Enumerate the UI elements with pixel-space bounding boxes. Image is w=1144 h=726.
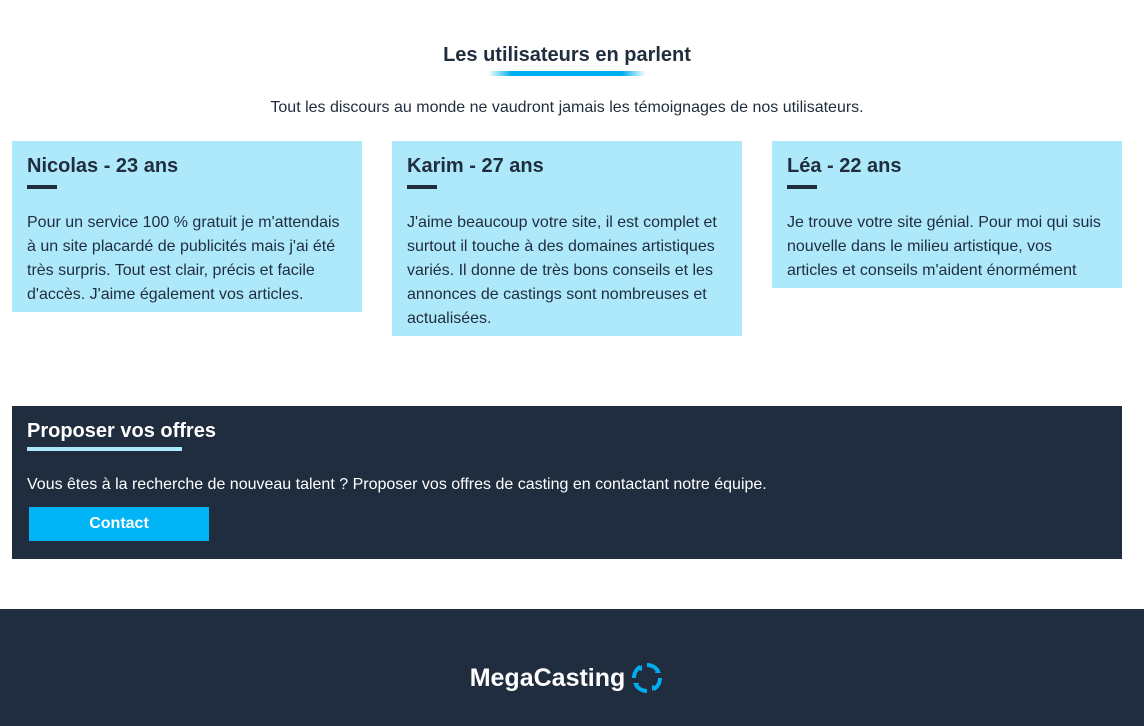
brand-name: MegaCasting	[469, 664, 626, 692]
offers-text: Vous êtes à la recherche de nouveau tale…	[27, 476, 767, 493]
footer: MegaCasting	[0, 609, 1144, 726]
author-underline	[407, 185, 437, 189]
offers-title: Proposer vos offres	[27, 420, 216, 442]
title-underline	[488, 71, 646, 76]
author-underline	[787, 185, 817, 189]
circular-arrows-icon	[625, 661, 664, 695]
testimonial-card: Nicolas - 23 ans Pour un service 100 % g…	[12, 141, 362, 312]
section-title: Les utilisateurs en parlent	[443, 44, 691, 66]
testimonial-text: J'aime beaucoup votre site, il est compl…	[407, 214, 717, 327]
offers-title-underline	[27, 447, 182, 451]
testimonial-text: Je trouve votre site génial. Pour moi qu…	[787, 214, 1101, 279]
footer-brand[interactable]: MegaCasting	[0, 659, 1134, 697]
testimonial-author: Léa - 22 ans	[787, 155, 902, 177]
testimonial-author: Nicolas - 23 ans	[27, 155, 179, 177]
testimonial-card: Léa - 22 ans Je trouve votre site génial…	[772, 141, 1122, 288]
testimonial-card: Karim - 27 ans J'aime beaucoup votre sit…	[392, 141, 742, 336]
author-underline	[27, 185, 57, 189]
testimonial-author: Karim - 27 ans	[407, 155, 544, 177]
contact-button[interactable]: Contact	[29, 507, 209, 541]
offers-section: Proposer vos offres Vous êtes à la reche…	[12, 406, 1122, 559]
section-subtitle: Tout les discours au monde ne vaudront j…	[270, 99, 864, 116]
testimonial-text: Pour un service 100 % gratuit je m'atten…	[27, 214, 340, 303]
page: Les utilisateurs en parlent Tout les dis…	[0, 0, 1144, 726]
